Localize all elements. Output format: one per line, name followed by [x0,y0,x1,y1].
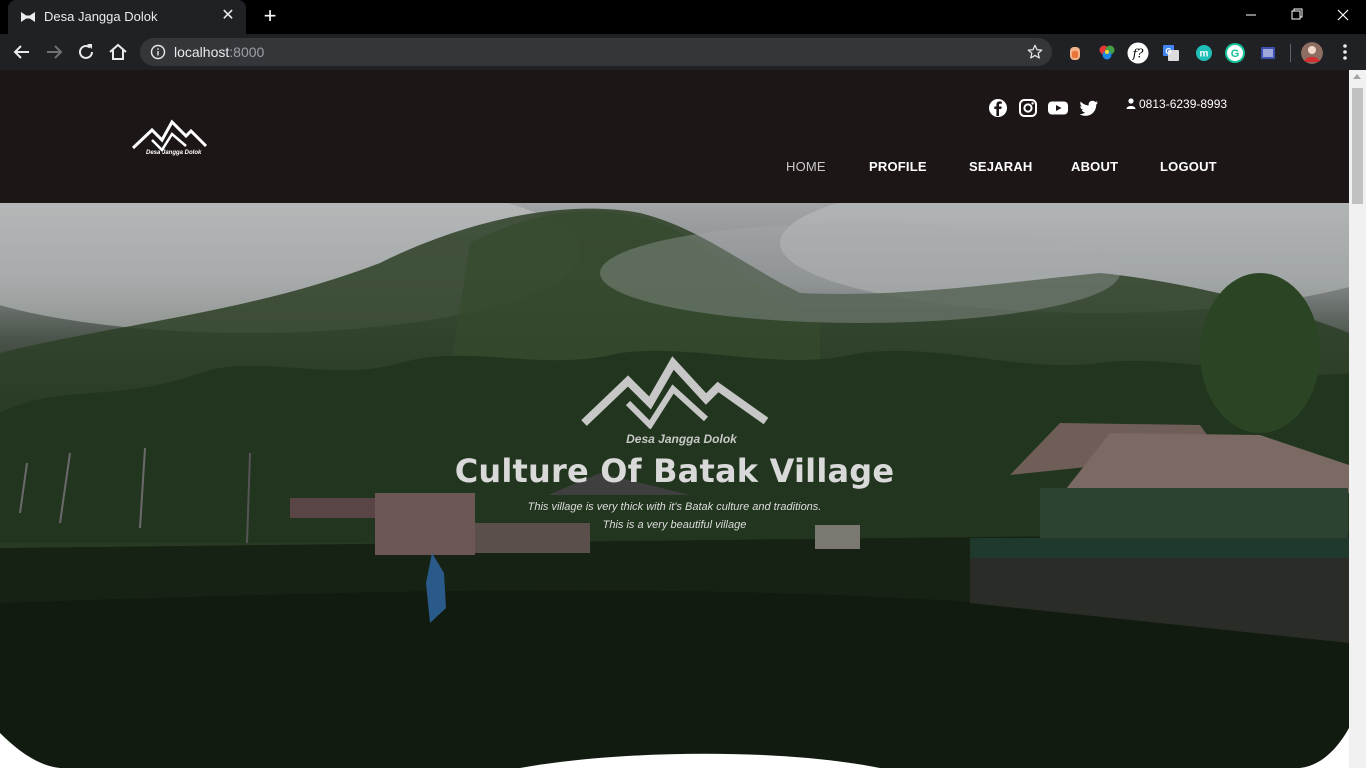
nav-profile[interactable]: PROFILE [869,159,927,174]
hero-subtitle-line-2: This is a very beautiful village [602,519,747,531]
svg-text:m: m [1200,49,1209,60]
bookmark-star-icon[interactable] [1026,43,1044,61]
window-minimize-button[interactable] [1228,0,1274,30]
address-bar[interactable]: localhost:8000 [140,38,1052,66]
nav-about[interactable]: ABOUT [1071,159,1118,174]
hero-banner: Desa Jangga Dolok Culture Of Batak Villa… [0,203,1349,768]
forward-arrow-icon[interactable] [42,40,66,64]
bowtie-favicon-icon [21,12,35,22]
web-page: Desa Jangga Dolok 0813-6239-8993 HOME PR… [0,70,1349,768]
browser-toolbar: localhost:8000 f? G m G [0,34,1366,70]
home-icon[interactable] [106,40,130,64]
instagram-icon[interactable] [1018,98,1038,118]
svg-text:f?: f? [1132,47,1144,61]
color-picker-extension-icon[interactable] [1096,42,1118,64]
user-icon [1126,98,1136,109]
extension-icon-1[interactable] [1064,42,1086,64]
site-header: Desa Jangga Dolok 0813-6239-8993 HOME PR… [0,70,1349,203]
tab-title: Desa Jangga Dolok [44,9,158,24]
hero-logo-icon [581,356,769,429]
twitter-icon[interactable] [1079,98,1099,118]
google-translate-extension-icon[interactable]: G [1160,42,1182,64]
facebook-icon[interactable] [988,98,1008,118]
browser-tab[interactable]: Desa Jangga Dolok ✕ [8,0,246,34]
browser-tab-bar: Desa Jangga Dolok ✕ + [0,0,1366,34]
reload-icon[interactable] [74,40,98,64]
nav-sejarah[interactable]: SEJARAH [969,159,1033,174]
page-scrollbar[interactable] [1349,70,1366,768]
nav-home[interactable]: HOME [786,159,826,174]
barcode-extension-icon[interactable] [1257,42,1279,64]
browser-menu-icon[interactable] [1333,40,1357,64]
toolbar-separator [1290,44,1291,62]
back-arrow-icon[interactable] [10,40,34,64]
hero-logo-text: Desa Jangga Dolok [626,432,737,446]
phone-contact: 0813-6239-8993 [1126,97,1227,111]
window-restore-button[interactable] [1274,0,1320,30]
svg-text:G: G [1165,47,1171,56]
scroll-up-arrow-icon[interactable] [1353,74,1361,79]
youtube-icon[interactable] [1047,98,1069,118]
hero-subtitle-line-1: This village is very thick with it's Bat… [527,501,822,513]
nav-logout[interactable]: LOGOUT [1160,159,1217,174]
phone-number: 0813-6239-8993 [1139,97,1228,111]
url-host: localhost [174,44,230,60]
scrollbar-thumb[interactable] [1352,88,1363,204]
font-extension-icon[interactable]: f? [1127,42,1149,64]
tab-close-icon[interactable]: ✕ [218,6,238,26]
site-info-icon[interactable] [150,44,166,60]
url-text: localhost:8000 [174,44,264,60]
svg-text:G: G [1231,48,1240,60]
hero-title: Culture Of Batak Village [454,452,895,490]
new-tab-button[interactable]: + [258,5,282,29]
profile-avatar[interactable] [1301,42,1323,64]
window-close-button[interactable] [1320,0,1366,30]
grammarly-extension-icon[interactable]: G [1224,42,1246,64]
m-extension-icon[interactable]: m [1193,42,1215,64]
site-logo-text: Desa Jangga Dolok [146,150,202,156]
hero-bottom-wave [0,728,1349,768]
url-port: :8000 [229,44,265,60]
